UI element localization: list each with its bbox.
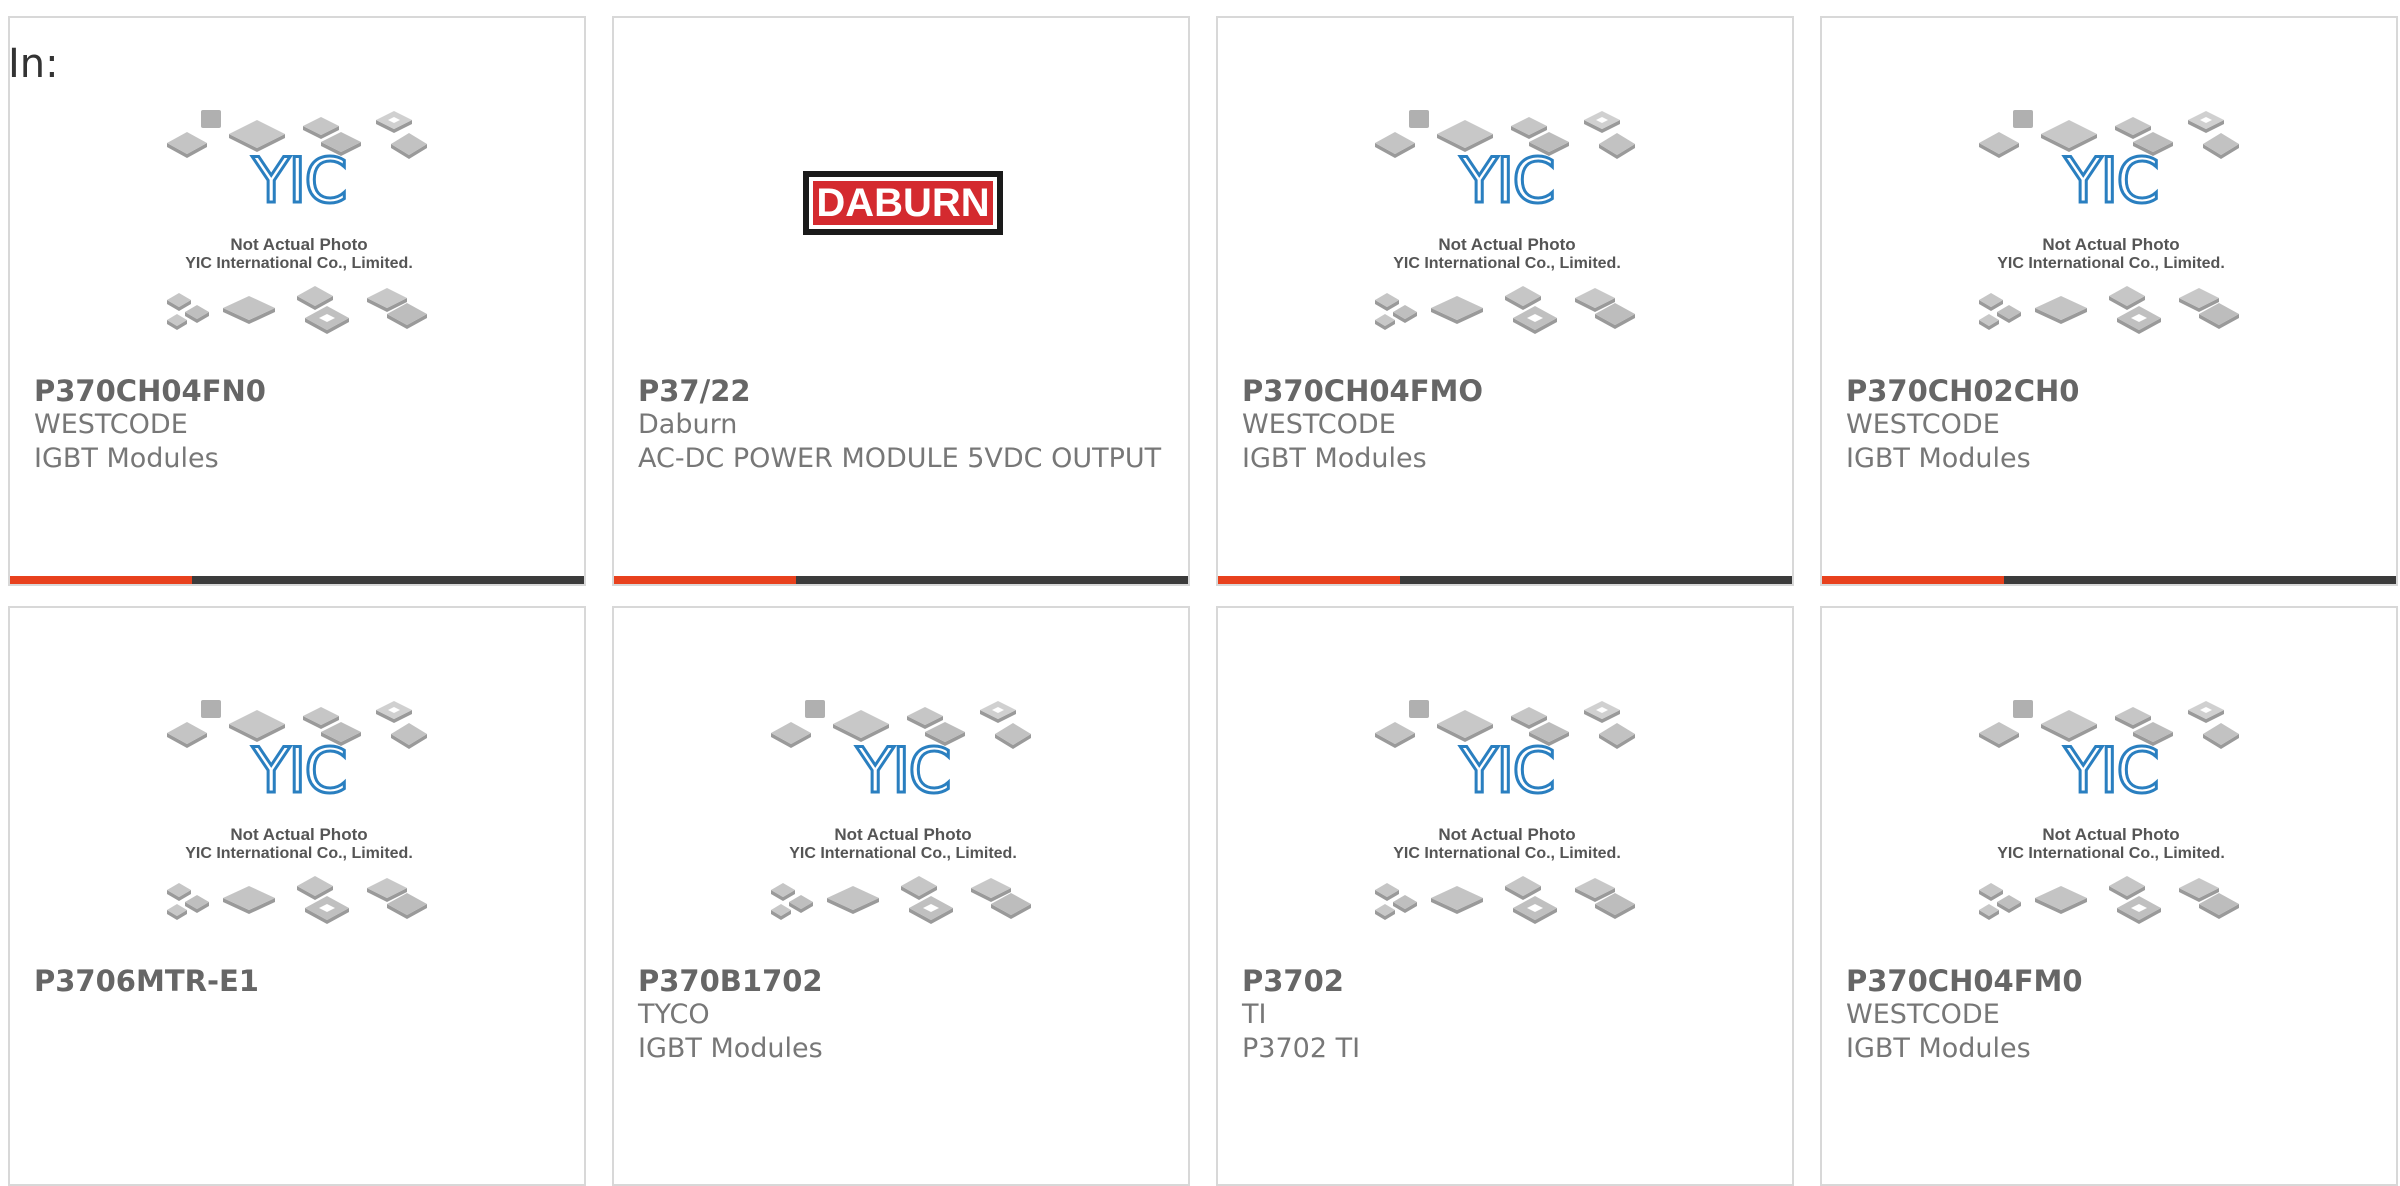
product-description: IGBT Modules	[1242, 443, 1427, 474]
product-info: P370CH02CH0 WESTCODE IGBT Modules	[1846, 374, 2372, 476]
product-card[interactable]: YIC Not Actual Photo YIC International Co.…	[8, 16, 586, 586]
product-description: AC-DC POWER MODULE 5VDC OUTPUT	[638, 443, 1162, 474]
company-caption: YIC International Co., Limited.	[789, 845, 1017, 862]
product-card[interactable]: YIC Not Actual Photo YIC International Co.…	[8, 606, 586, 1186]
company-caption: YIC International Co., Limited.	[185, 255, 413, 272]
product-part-number[interactable]: P370CH04FM0	[1846, 964, 2372, 998]
yic-logo: YIC	[1459, 734, 1553, 807]
yic-placeholder-image: YIC Not Actual PhotoYIC International Co.…	[1979, 110, 2239, 334]
yic-placeholder-image: YIC Not Actual PhotoYIC International Co.…	[167, 700, 427, 924]
product-image[interactable]: YIC Not Actual Photo YIC International Co.…	[1218, 98, 1792, 378]
not-actual-photo-caption: Not Actual Photo	[230, 825, 367, 844]
product-info: P370CH04FMO WESTCODE IGBT Modules	[1242, 374, 1768, 476]
product-grid: YIC Not Actual Photo YIC International Co.…	[0, 0, 2400, 1186]
product-brand: TYCO	[638, 999, 710, 1030]
product-card[interactable]: DABURN P37/22 Daburn AC-DC POWER MODULE …	[612, 16, 1190, 586]
product-brand: Daburn	[638, 409, 738, 440]
product-image[interactable]: YIC Not Actual Photo YIC International Co.…	[1218, 688, 1792, 968]
not-actual-photo-caption: Not Actual Photo	[1438, 825, 1575, 844]
yic-logo: YIC	[2063, 734, 2157, 807]
product-info: P370CH04FM0 WESTCODE IGBT Modules	[1846, 964, 2372, 1066]
product-card[interactable]: YIC Not Actual Photo YIC International Co.…	[1216, 606, 1794, 1186]
product-part-number[interactable]: P3706MTR-E1	[34, 964, 560, 998]
product-brand: WESTCODE	[1846, 999, 2000, 1030]
product-image[interactable]: YIC Not Actual Photo YIC International Co.…	[614, 688, 1188, 968]
yic-logo: YIC	[2063, 144, 2157, 217]
product-part-number[interactable]: P370B1702	[638, 964, 1164, 998]
company-caption: YIC International Co., Limited.	[185, 845, 413, 862]
product-description: P3702 TI	[1242, 1033, 1361, 1064]
product-description: IGBT Modules	[1846, 1033, 2031, 1064]
not-actual-photo-caption: Not Actual Photo	[2042, 235, 2179, 254]
card-accent-bar	[1822, 576, 2396, 584]
product-info: P370CH04FN0 WESTCODE IGBT Modules	[34, 374, 560, 476]
yic-placeholder-image: YIC Not Actual PhotoYIC International Co.…	[167, 110, 427, 334]
yic-placeholder-image: YIC Not Actual PhotoYIC International Co.…	[1375, 110, 1635, 334]
product-brand: WESTCODE	[34, 409, 188, 440]
product-image[interactable]: YIC Not Actual Photo YIC International Co.…	[10, 688, 584, 968]
yic-placeholder-image: YIC Not Actual PhotoYIC International Co.…	[1375, 700, 1635, 924]
product-part-number[interactable]: P370CH04FMO	[1242, 374, 1768, 408]
product-image[interactable]: YIC Not Actual Photo YIC International Co.…	[10, 98, 584, 378]
yic-placeholder-image: YIC Not Actual PhotoYIC International Co.…	[771, 700, 1031, 924]
product-image[interactable]: YIC Not Actual Photo YIC International Co.…	[1822, 688, 2396, 968]
not-actual-photo-caption: Not Actual Photo	[834, 825, 971, 844]
product-brand: TI	[1242, 999, 1267, 1030]
product-description: IGBT Modules	[34, 443, 219, 474]
product-part-number[interactable]: P370CH04FN0	[34, 374, 560, 408]
company-caption: YIC International Co., Limited.	[1997, 845, 2225, 862]
product-part-number[interactable]: P3702	[1242, 964, 1768, 998]
not-actual-photo-caption: Not Actual Photo	[2042, 825, 2179, 844]
product-info: P370B1702 TYCO IGBT Modules	[638, 964, 1164, 1066]
product-card[interactable]: YIC Not Actual Photo YIC International Co.…	[1820, 16, 2398, 586]
card-accent-bar	[1218, 576, 1792, 584]
yic-logo: YIC	[251, 734, 345, 807]
card-accent-bar	[614, 576, 1188, 584]
product-card[interactable]: YIC Not Actual Photo YIC International Co.…	[1216, 16, 1794, 586]
product-description: IGBT Modules	[638, 1033, 823, 1064]
product-image[interactable]: DABURN	[614, 98, 1188, 378]
card-accent-bar	[10, 576, 584, 584]
yic-logo: YIC	[1459, 144, 1553, 217]
yic-logo: YIC	[855, 734, 949, 807]
yic-logo: YIC	[251, 144, 345, 217]
company-caption: YIC International Co., Limited.	[1393, 845, 1621, 862]
product-part-number[interactable]: P37/22	[638, 374, 1164, 408]
company-caption: YIC International Co., Limited.	[1393, 255, 1621, 272]
daburn-logo-image: DABURN	[803, 171, 1003, 235]
product-description: IGBT Modules	[1846, 443, 2031, 474]
product-part-number[interactable]: P370CH02CH0	[1846, 374, 2372, 408]
not-actual-photo-caption: Not Actual Photo	[230, 235, 367, 254]
not-actual-photo-caption: Not Actual Photo	[1438, 235, 1575, 254]
product-info: P3702 TI P3702 TI	[1242, 964, 1768, 1066]
search-scope-label: In:	[8, 41, 59, 87]
product-info: P3706MTR-E1	[34, 964, 560, 998]
product-brand: WESTCODE	[1846, 409, 2000, 440]
product-image[interactable]: YIC Not Actual Photo YIC International Co.…	[1822, 98, 2396, 378]
daburn-logo: DABURN	[816, 181, 989, 225]
product-brand: WESTCODE	[1242, 409, 1396, 440]
company-caption: YIC International Co., Limited.	[1997, 255, 2225, 272]
yic-placeholder-image: YIC Not Actual PhotoYIC International Co.…	[1979, 700, 2239, 924]
product-info: P37/22 Daburn AC-DC POWER MODULE 5VDC OU…	[638, 374, 1164, 476]
product-card[interactable]: YIC Not Actual Photo YIC International Co.…	[612, 606, 1190, 1186]
product-card[interactable]: YIC Not Actual Photo YIC International Co.…	[1820, 606, 2398, 1186]
